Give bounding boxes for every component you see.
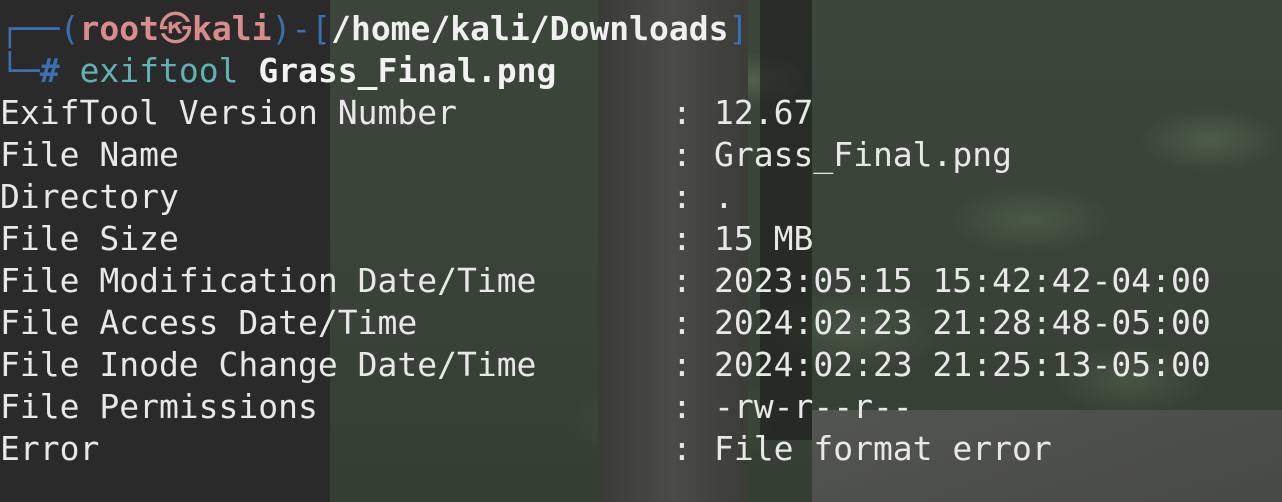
output-key: File Size xyxy=(0,219,179,258)
kali-skull-icon: ㉿ xyxy=(158,9,192,48)
prompt-close-paren: ) xyxy=(271,9,292,48)
output-separator: : xyxy=(672,429,712,468)
output-row: Directory: . xyxy=(0,176,1282,218)
prompt-corner-bottom: └─ xyxy=(0,51,40,90)
prompt-line-2[interactable]: └─# exiftool Grass_Final.png xyxy=(0,50,1282,92)
output-separator: : xyxy=(672,345,712,384)
command-argument: Grass_Final.png xyxy=(258,51,557,90)
output-value: . xyxy=(714,177,734,216)
prompt-hash: # xyxy=(39,51,60,90)
terminal-content: ┌──(root㉿kali)-[/home/kali/Downloads] └─… xyxy=(0,8,1282,470)
output-row: File Access Date/Time: 2024:02:23 21:28:… xyxy=(0,302,1282,344)
output-value: 15 MB xyxy=(714,219,814,258)
output-separator: : xyxy=(672,261,712,300)
output-value: -rw-r--r-- xyxy=(714,387,913,426)
command-name: exiftool xyxy=(79,51,239,90)
prompt-dash-bracket: -[ xyxy=(291,9,332,48)
output-key: File Modification Date/Time xyxy=(0,261,537,300)
output-row: Error: File format error xyxy=(0,428,1282,470)
output-row: ExifTool Version Number: 12.67 xyxy=(0,92,1282,134)
output-key: File Name xyxy=(0,135,179,174)
prompt-close-bracket: ] xyxy=(728,9,749,48)
prompt-user: root xyxy=(79,9,159,48)
output-value: Grass_Final.png xyxy=(714,135,1013,174)
output-value: 2024:02:23 21:25:13-05:00 xyxy=(714,345,1211,384)
output-key: Error xyxy=(0,429,100,468)
exif-output: ExifTool Version Number: 12.67 File Name… xyxy=(0,92,1282,470)
prompt-path: /home/kali/Downloads xyxy=(331,9,729,48)
output-value: 12.67 xyxy=(714,93,814,132)
output-row: File Inode Change Date/Time: 2024:02:23 … xyxy=(0,344,1282,386)
output-key: ExifTool Version Number xyxy=(0,93,457,132)
output-separator: : xyxy=(672,303,712,342)
output-key: File Access Date/Time xyxy=(0,303,418,342)
terminal-window[interactable]: ┌──(root㉿kali)-[/home/kali/Downloads] └─… xyxy=(0,0,1282,502)
output-key: File Inode Change Date/Time xyxy=(0,345,537,384)
output-key: File Permissions xyxy=(0,387,318,426)
output-row: File Name: Grass_Final.png xyxy=(0,134,1282,176)
output-value: 2023:05:15 15:42:42-04:00 xyxy=(714,261,1211,300)
prompt-open-paren: ( xyxy=(59,9,80,48)
output-value: 2024:02:23 21:28:48-05:00 xyxy=(714,303,1211,342)
output-separator: : xyxy=(672,177,712,216)
output-separator: : xyxy=(672,135,712,174)
prompt-line-1: ┌──(root㉿kali)-[/home/kali/Downloads] xyxy=(0,8,1282,50)
output-separator: : xyxy=(672,93,712,132)
prompt-host: kali xyxy=(191,9,272,48)
output-row: File Size: 15 MB xyxy=(0,218,1282,260)
output-row: File Modification Date/Time: 2023:05:15 … xyxy=(0,260,1282,302)
output-separator: : xyxy=(672,387,712,426)
output-separator: : xyxy=(672,219,712,258)
prompt-corner-top: ┌── xyxy=(0,9,60,48)
output-key: Directory xyxy=(0,177,179,216)
output-row: File Permissions: -rw-r--r-- xyxy=(0,386,1282,428)
output-value: File format error xyxy=(714,429,1052,468)
